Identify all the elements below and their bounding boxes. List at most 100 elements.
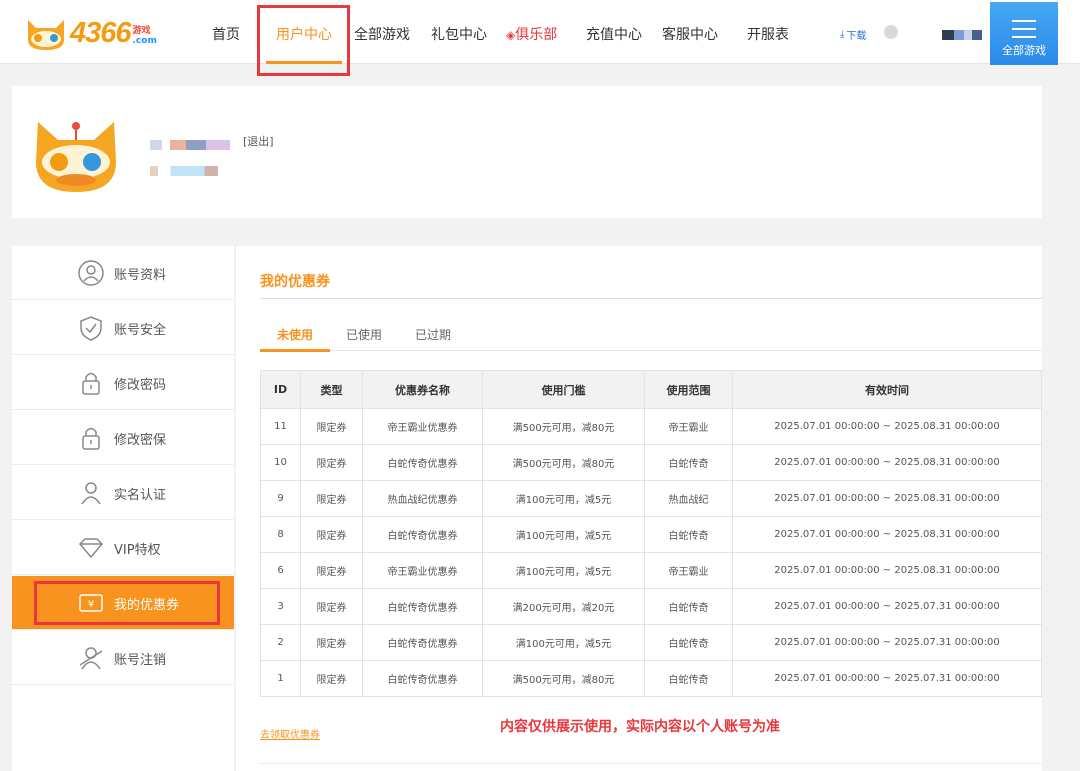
nav-club-label: 俱乐部 bbox=[515, 27, 558, 43]
table-cell: 6 bbox=[260, 552, 301, 589]
table-cell: 限定券 bbox=[300, 588, 363, 625]
title-divider bbox=[260, 298, 1042, 299]
account-sidebar: 账号资料 账号安全 修改密码 修改密保 实名认证 VIP特权 ¥ 我的优惠券 账… bbox=[12, 246, 234, 771]
table-cell: 满500元可用，减80元 bbox=[482, 444, 645, 481]
table-cell: 帝王霸业优惠券 bbox=[362, 552, 483, 589]
table-cell: 热血战纪 bbox=[644, 480, 733, 517]
table-cell: 满100元可用，减5元 bbox=[482, 516, 645, 553]
get-coupon-link[interactable]: 去领取优惠券 bbox=[260, 726, 320, 741]
table-cell: 11 bbox=[260, 408, 301, 445]
table-cell: 限定券 bbox=[300, 552, 363, 589]
sidebar-item-delete-account[interactable]: 账号注销 bbox=[12, 631, 234, 685]
table-cell: 满200元可用，减20元 bbox=[482, 588, 645, 625]
logout-link[interactable]: [退出] bbox=[243, 133, 274, 149]
sidebar-item-account-info[interactable]: 账号资料 bbox=[12, 246, 234, 300]
sidebar-item-security-question[interactable]: 修改密保 bbox=[12, 411, 234, 465]
nav-server-list[interactable]: 开服表 bbox=[747, 24, 789, 44]
all-games-button[interactable]: 全部游戏 bbox=[990, 2, 1058, 65]
sidebar-label: 修改密码 bbox=[114, 378, 167, 393]
lock-icon bbox=[82, 372, 100, 395]
cat-logo-icon bbox=[24, 14, 68, 52]
table-cell: 满100元可用，减5元 bbox=[482, 552, 645, 589]
sidebar-label: 账号安全 bbox=[114, 323, 167, 338]
table-cell: 8 bbox=[260, 516, 301, 553]
table-cell: 白蛇传奇优惠券 bbox=[362, 624, 483, 661]
nav-recharge[interactable]: 充值中心 bbox=[586, 24, 642, 44]
table-cell: 帝王霸业 bbox=[644, 408, 733, 445]
table-cell: 白蛇传奇优惠券 bbox=[362, 516, 483, 553]
coupon-panel: 我的优惠券 未使用 已使用 已过期 ID 类型 优惠券名称 使用门槛 使用范围 … bbox=[236, 246, 1042, 771]
tab-used[interactable]: 已使用 bbox=[346, 326, 382, 343]
table-cell: 白蛇传奇 bbox=[644, 624, 733, 661]
profile-card: [退出] bbox=[12, 86, 1042, 218]
diamond-icon bbox=[78, 538, 104, 559]
page-title: 我的优惠券 bbox=[260, 274, 330, 290]
shield-icon bbox=[80, 316, 102, 341]
person-cancel-icon bbox=[79, 647, 103, 670]
menu-icon bbox=[1012, 20, 1036, 38]
table-cell: 满100元可用，减5元 bbox=[482, 624, 645, 661]
account-name-mosaic bbox=[150, 140, 230, 150]
brand-domain: .com bbox=[132, 36, 157, 46]
site-logo[interactable]: 4366 游戏 .com bbox=[24, 13, 157, 53]
table-cell: 10 bbox=[260, 444, 301, 481]
user-circle-icon bbox=[78, 260, 104, 286]
table-cell: 满500元可用，减80元 bbox=[482, 408, 645, 445]
user-avatar bbox=[32, 116, 120, 194]
display-notice: 内容仅供展示使用，实际内容以个人账号为准 bbox=[500, 719, 780, 735]
table-cell: 2 bbox=[260, 624, 301, 661]
table-cell: 限定券 bbox=[300, 624, 363, 661]
user-avatar-icon[interactable] bbox=[884, 25, 898, 39]
col-header: 优惠券名称 bbox=[362, 370, 483, 409]
username-mosaic bbox=[942, 30, 982, 40]
lock-icon bbox=[82, 427, 100, 450]
nav-gift-center[interactable]: 礼包中心 bbox=[431, 24, 487, 44]
bottom-divider bbox=[260, 763, 1042, 764]
table-cell: 2025.07.01 00:00:00 ~ 2025.07.31 00:00:0… bbox=[732, 660, 1042, 697]
table-cell: 白蛇传奇优惠券 bbox=[362, 444, 483, 481]
table-cell: 白蛇传奇优惠券 bbox=[362, 660, 483, 697]
download-icon: ⤓ bbox=[840, 29, 845, 40]
tab-unused[interactable]: 未使用 bbox=[277, 326, 313, 343]
brand-name: 4366 bbox=[70, 16, 132, 49]
download-link[interactable]: ⤓ 下载 bbox=[840, 27, 866, 42]
table-row: 2 限定券 白蛇传奇优惠券 满100元可用，减5元 白蛇传奇 2025.07.01 00:… bbox=[260, 624, 1042, 661]
sidebar-item-change-password[interactable]: 修改密码 bbox=[12, 356, 234, 410]
nav-service[interactable]: 客服中心 bbox=[662, 24, 718, 44]
col-header: ID bbox=[260, 370, 301, 409]
table-cell: 2025.07.01 00:00:00 ~ 2025.07.31 00:00:0… bbox=[732, 588, 1042, 625]
table-cell: 3 bbox=[260, 588, 301, 625]
sidebar-label: 修改密保 bbox=[114, 433, 167, 448]
table-cell: 限定券 bbox=[300, 408, 363, 445]
sidebar-item-account-security[interactable]: 账号安全 bbox=[12, 301, 234, 355]
table-cell: 2025.07.01 00:00:00 ~ 2025.08.31 00:00:0… bbox=[732, 408, 1042, 445]
table-cell: 白蛇传奇 bbox=[644, 588, 733, 625]
sidebar-label: VIP特权 bbox=[114, 543, 161, 558]
col-header: 类型 bbox=[300, 370, 363, 409]
nav-all-games[interactable]: 全部游戏 bbox=[354, 24, 410, 44]
table-cell: 2025.07.01 00:00:00 ~ 2025.08.31 00:00:0… bbox=[732, 552, 1042, 589]
all-games-label: 全部游戏 bbox=[1002, 44, 1046, 57]
table-cell: 限定券 bbox=[300, 480, 363, 517]
nav-club[interactable]: ◈俱乐部 bbox=[506, 24, 557, 44]
table-cell: 白蛇传奇 bbox=[644, 660, 733, 697]
table-cell: 满500元可用，减80元 bbox=[482, 660, 645, 697]
sidebar-label: 账号注销 bbox=[114, 653, 167, 668]
nav-home[interactable]: 首页 bbox=[212, 24, 240, 44]
tab-expired[interactable]: 已过期 bbox=[415, 326, 451, 343]
coupon-table: ID 类型 优惠券名称 使用门槛 使用范围 有效时间 11 限定券 帝王霸业优惠券满… bbox=[260, 370, 1042, 697]
sidebar-item-vip[interactable]: VIP特权 bbox=[12, 521, 234, 575]
sidebar-label: 实名认证 bbox=[114, 488, 167, 503]
col-header: 有效时间 bbox=[732, 370, 1042, 409]
table-cell: 2025.07.01 00:00:00 ~ 2025.08.31 00:00:0… bbox=[732, 444, 1042, 481]
table-cell: 2025.07.01 00:00:00 ~ 2025.07.31 00:00:0… bbox=[732, 624, 1042, 661]
diamond-icon: ◈ bbox=[506, 28, 516, 42]
sidebar-label: 账号资料 bbox=[114, 268, 167, 283]
tab-active-indicator bbox=[260, 349, 330, 352]
col-header: 使用范围 bbox=[644, 370, 733, 409]
tab-divider bbox=[260, 350, 1042, 351]
account-id-mosaic bbox=[150, 166, 218, 176]
table-cell: 限定券 bbox=[300, 516, 363, 553]
sidebar-item-real-name[interactable]: 实名认证 bbox=[12, 466, 234, 520]
table-cell: 限定券 bbox=[300, 660, 363, 697]
